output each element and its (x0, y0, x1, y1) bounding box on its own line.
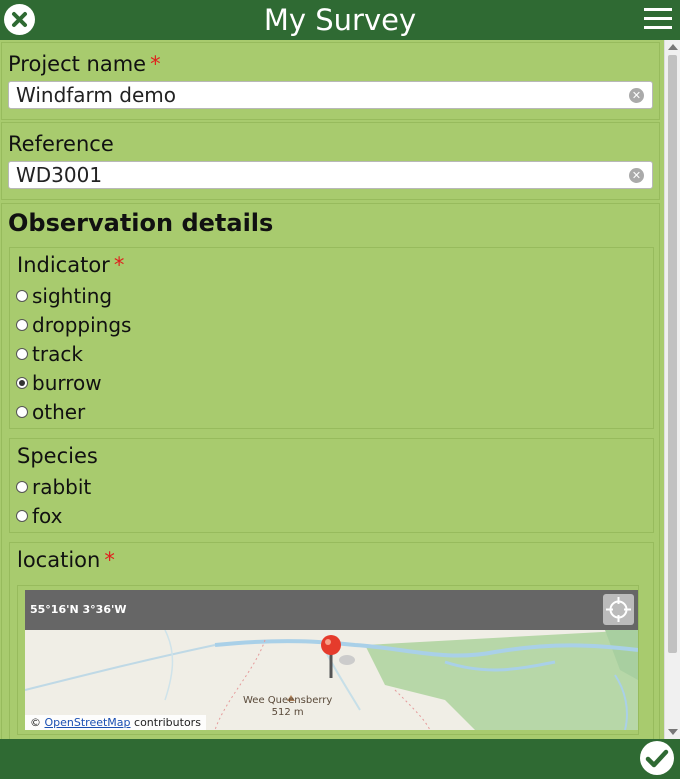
scroll-up-icon[interactable] (668, 44, 678, 50)
location-label: location * (17, 548, 115, 572)
radio-button-selected[interactable] (16, 377, 28, 389)
bottom-bar (0, 739, 680, 779)
clear-field-icon[interactable]: ✕ (629, 88, 644, 103)
coordinates-readout: 55°16'N 3°36'W (30, 603, 127, 616)
section-title: Observation details (8, 209, 274, 237)
menu-button[interactable] (644, 8, 672, 32)
species-label: Species (17, 444, 98, 468)
project-name-panel: Project name * Windfarm demo ✕ (1, 42, 660, 120)
required-marker: * (113, 253, 125, 277)
scrollbar[interactable] (664, 40, 680, 739)
clear-field-icon[interactable]: ✕ (629, 168, 644, 183)
scroll-down-icon[interactable] (668, 729, 678, 735)
submit-button[interactable] (640, 741, 674, 775)
reference-input[interactable]: WD3001 ✕ (8, 161, 653, 189)
indicator-label: Indicator * (17, 253, 125, 277)
observation-details-group: Observation details Indicator * sighting … (1, 203, 660, 739)
indicator-field: Indicator * sighting droppings track burr… (9, 247, 654, 429)
species-field: Species rabbit fox (9, 438, 654, 533)
scrollbar-thumb[interactable] (668, 55, 677, 653)
form-scroll-area: Project name * Windfarm demo ✕ Reference … (0, 40, 680, 739)
reference-panel: Reference WD3001 ✕ (1, 122, 660, 200)
checkmark-icon (645, 749, 669, 768)
radio-button[interactable] (16, 481, 28, 493)
location-field: location * Wee Queensberry 512 m 55°16'N… (9, 542, 654, 739)
location-map[interactable]: Wee Queensberry 512 m 55°16'N 3°36'W © O… (25, 590, 638, 730)
app-title: My Survey (263, 3, 417, 37)
reference-value: WD3001 (16, 163, 103, 187)
project-name-input[interactable]: Windfarm demo ✕ (8, 81, 653, 109)
reference-label: Reference (8, 132, 114, 156)
radio-button[interactable] (16, 290, 28, 302)
radio-button[interactable] (16, 348, 28, 360)
radio-button[interactable] (16, 319, 28, 331)
map-toolbar: 55°16'N 3°36'W (25, 590, 638, 630)
crosshair-icon (606, 597, 631, 622)
map-frame: Wee Queensberry 512 m 55°16'N 3°36'W © O… (17, 585, 639, 735)
map-attribution: © OpenStreetMap contributors (25, 715, 206, 730)
app-header: My Survey (0, 0, 680, 40)
radio-button[interactable] (16, 510, 28, 522)
required-marker: * (150, 52, 161, 76)
project-name-label: Project name * (8, 52, 161, 76)
menu-icon (644, 8, 672, 11)
map-pin-icon[interactable] (321, 635, 355, 678)
required-marker: * (104, 548, 115, 572)
project-name-value: Windfarm demo (16, 83, 176, 107)
radio-button[interactable] (16, 406, 28, 418)
locate-button[interactable] (603, 594, 634, 625)
openstreetmap-link[interactable]: OpenStreetMap (45, 716, 131, 729)
map-peak-label: Wee Queensberry 512 m (243, 695, 333, 718)
